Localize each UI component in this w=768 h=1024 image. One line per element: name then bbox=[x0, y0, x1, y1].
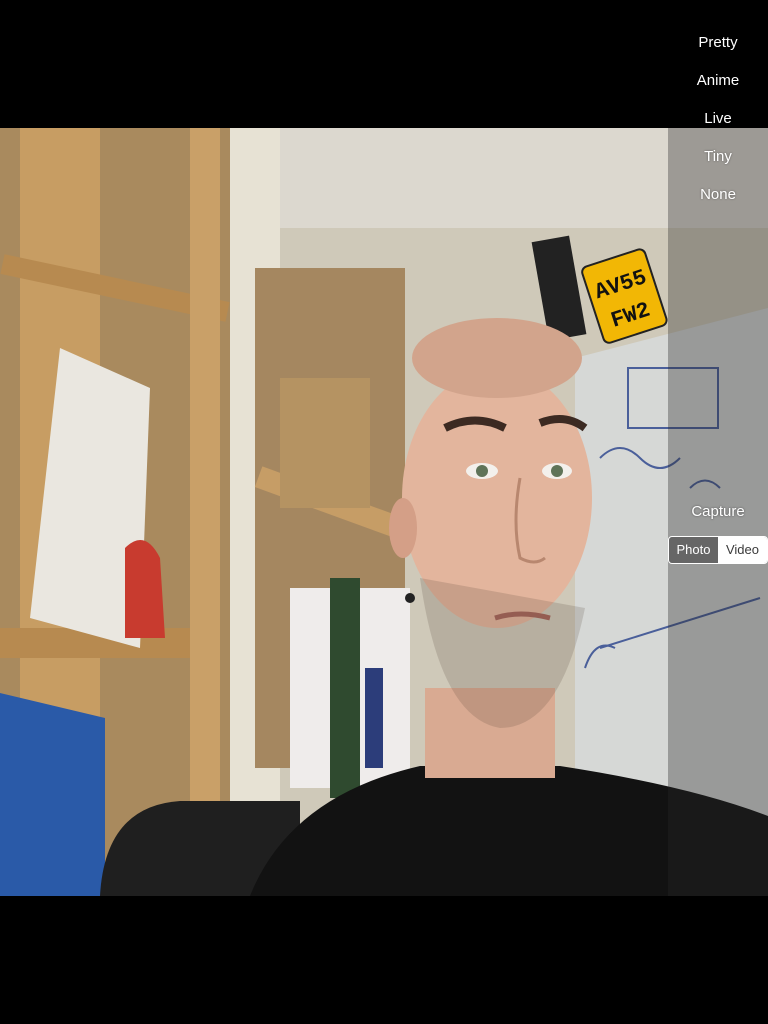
filter-tiny[interactable]: Tiny bbox=[668, 138, 768, 176]
mode-video-segment[interactable]: Video bbox=[718, 537, 767, 563]
filter-anime[interactable]: Anime bbox=[668, 62, 768, 100]
blue-book bbox=[0, 693, 105, 896]
camera-screen: AV55 FW2 Pretty Anime Live Tiny None Cap… bbox=[0, 0, 768, 1024]
filter-none[interactable]: None bbox=[668, 176, 768, 214]
mode-segmented-control: Photo Video bbox=[668, 536, 768, 564]
capture-button[interactable]: Capture bbox=[668, 498, 768, 526]
mode-photo-segment[interactable]: Photo bbox=[669, 537, 718, 563]
filter-live[interactable]: Live bbox=[668, 100, 768, 138]
camera-viewfinder: AV55 FW2 bbox=[0, 128, 768, 896]
filter-menu: Pretty Anime Live Tiny None bbox=[668, 24, 768, 214]
filter-pretty[interactable]: Pretty bbox=[668, 24, 768, 62]
storage-box bbox=[280, 378, 370, 508]
